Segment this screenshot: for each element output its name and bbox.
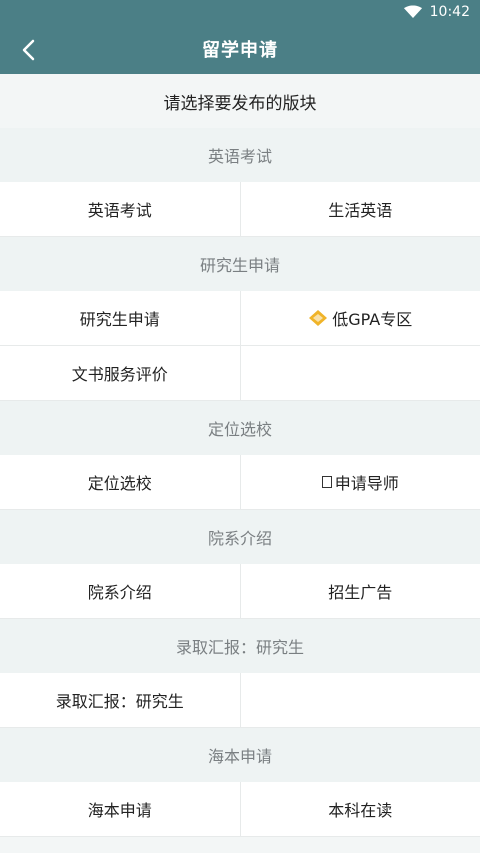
board-item-label: 本科在读 xyxy=(328,801,393,820)
board-item-undergrad-enrolled[interactable]: 本科在读 xyxy=(240,782,480,836)
section-row: 定位选校 申请导师 xyxy=(0,455,480,510)
board-item-apply-supervisor[interactable]: 申请导师 xyxy=(240,455,480,509)
wifi-icon xyxy=(403,5,422,18)
board-item-english-test[interactable]: 英语考试 xyxy=(0,182,241,236)
board-item-label: 招生广告 xyxy=(328,583,393,602)
board-item-admission-report-graduate[interactable]: 录取汇报：研究生 xyxy=(0,673,241,727)
board-item-undergrad-abroad[interactable]: 海本申请 xyxy=(0,782,241,836)
status-bar: 10:42 xyxy=(0,0,480,24)
section-header-department-intro: 院系介绍 xyxy=(0,510,480,564)
chevron-left-icon xyxy=(22,39,35,61)
section-row: 录取汇报：研究生 xyxy=(0,673,480,728)
board-item-department-intro[interactable]: 院系介绍 xyxy=(0,564,241,618)
board-item-admission-ads[interactable]: 招生广告 xyxy=(240,564,480,618)
empty-cell xyxy=(240,673,480,727)
board-item-label: 文书服务评价 xyxy=(71,365,168,384)
board-item-label: 申请导师 xyxy=(334,474,399,493)
section-header-undergrad-abroad: 海本申请 xyxy=(0,728,480,782)
board-item-label: 英语考试 xyxy=(87,201,152,220)
section-header-school-positioning: 定位选校 xyxy=(0,401,480,455)
board-item-label: 定位选校 xyxy=(87,474,152,493)
board-item-label: 院系介绍 xyxy=(87,583,152,602)
board-item-label: 海本申请 xyxy=(87,801,152,820)
section-select-prompt: 请选择要发布的版块 xyxy=(0,74,480,128)
back-button[interactable] xyxy=(14,36,42,64)
page-title: 留学申请 xyxy=(202,40,278,61)
board-item-label: 生活英语 xyxy=(328,201,393,220)
section-header-graduate: 研究生申请 xyxy=(0,237,480,291)
board-item-label: 低GPA专区 xyxy=(332,310,413,329)
status-time: 10:42 xyxy=(429,4,470,20)
board-item-label: 录取汇报：研究生 xyxy=(55,692,184,711)
board-item-essay-service-review[interactable]: 文书服务评价 xyxy=(0,346,241,400)
section-header-english: 英语考试 xyxy=(0,128,480,182)
app-header: 留学申请 xyxy=(0,24,480,74)
missing-glyph-icon xyxy=(321,476,332,488)
board-item-school-positioning[interactable]: 定位选校 xyxy=(0,455,241,509)
section-row: 院系介绍 招生广告 xyxy=(0,564,480,619)
section-row: 海本申请 本科在读 xyxy=(0,782,480,837)
empty-cell xyxy=(240,346,480,400)
board-item-label: 研究生申请 xyxy=(79,310,160,329)
board-item-daily-english[interactable]: 生活英语 xyxy=(240,182,480,236)
board-item-graduate-application[interactable]: 研究生申请 xyxy=(0,291,241,345)
section-row: 英语考试 生活英语 xyxy=(0,182,480,237)
section-row: 研究生申请 低GPA专区 xyxy=(0,291,480,346)
diamond-icon xyxy=(308,309,328,327)
section-row: 文书服务评价 xyxy=(0,346,480,401)
section-header-admission-report: 录取汇报：研究生 xyxy=(0,619,480,673)
board-item-low-gpa[interactable]: 低GPA专区 xyxy=(240,291,480,345)
status-icons: 10:42 xyxy=(403,3,470,21)
